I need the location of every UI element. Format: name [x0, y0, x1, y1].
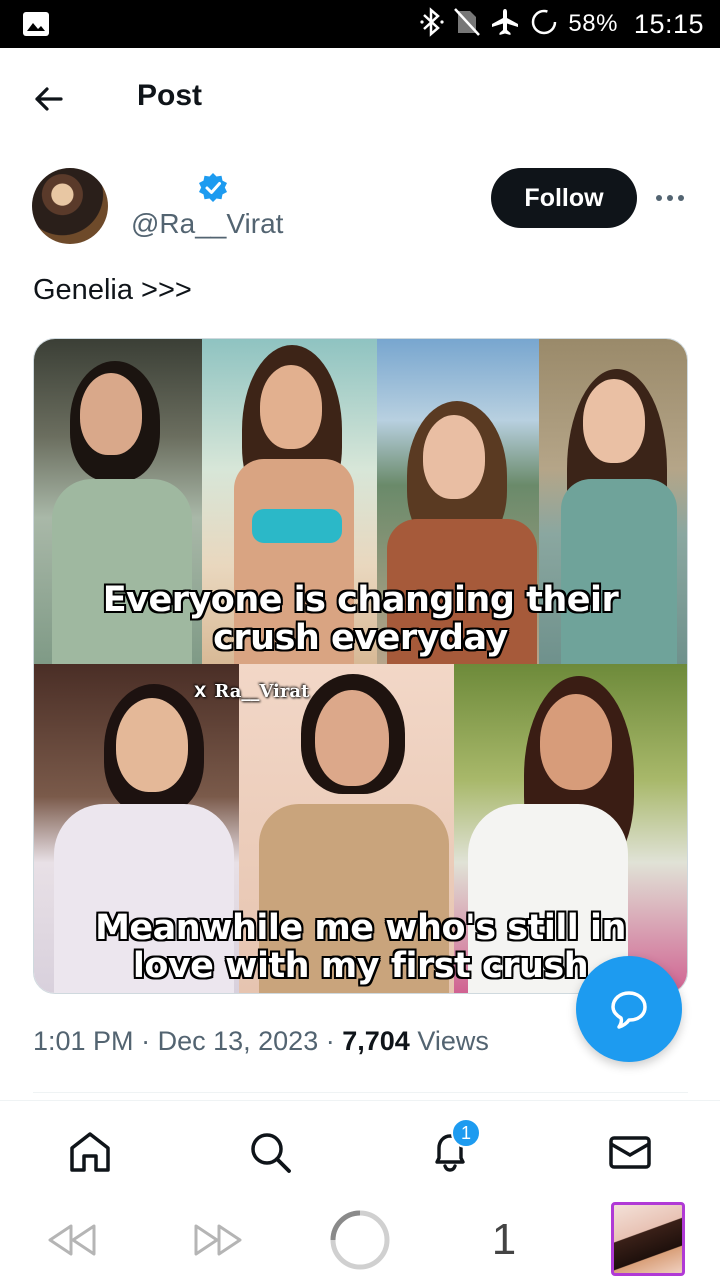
- back-button[interactable]: [28, 78, 70, 120]
- tab-count[interactable]: 1: [486, 1208, 522, 1272]
- meme-caption-top-line2: crush everyday: [213, 618, 508, 658]
- views-label: Views: [417, 1026, 489, 1056]
- bottom-nav: [0, 1102, 720, 1200]
- tweet-date: Dec 13, 2023: [157, 1026, 319, 1056]
- watermark-text: Ra__Virat: [214, 681, 310, 702]
- arrow-left-icon: [35, 87, 63, 111]
- avatar[interactable]: [32, 168, 108, 244]
- fast-forward-icon[interactable]: [190, 1208, 246, 1272]
- divider: [33, 1092, 688, 1093]
- bluetooth-icon: [420, 6, 444, 42]
- mail-icon: [609, 1136, 651, 1169]
- status-bar: 58% 15:15: [0, 0, 720, 48]
- reply-fab-button[interactable]: [576, 956, 682, 1062]
- meme-caption-bottom-line1: Meanwhile me who's still in: [95, 908, 626, 948]
- clock: 15:15: [633, 8, 704, 39]
- divider: [0, 1100, 720, 1101]
- meme-caption-top-line1: Everyone is changing their: [102, 580, 619, 620]
- tweet-meta: 1:01 PM · Dec 13, 2023 · 7,704 Views: [33, 1026, 489, 1057]
- reload-spinner-icon[interactable]: [328, 1208, 392, 1272]
- home-icon: [70, 1132, 110, 1172]
- nav-home[interactable]: [65, 1127, 115, 1177]
- meta-separator: ·: [325, 1026, 335, 1056]
- loading-icon: [530, 8, 558, 41]
- reply-bubble-icon: [611, 991, 647, 1029]
- no-sim-icon: [454, 7, 481, 42]
- tweet-text: Genelia >>>: [33, 274, 192, 306]
- watermark: X Ra__Virat: [194, 681, 309, 702]
- search-icon: [251, 1133, 291, 1173]
- nav-search[interactable]: [245, 1127, 295, 1177]
- notification-badge: 1: [451, 1118, 481, 1148]
- watermark-x-logo: X: [194, 682, 207, 701]
- airplane-icon: [490, 7, 520, 42]
- header: Post: [0, 48, 720, 146]
- recent-app-thumbnail[interactable]: [611, 1202, 685, 1276]
- views-count: 7,704: [342, 1026, 410, 1056]
- rewind-icon[interactable]: [44, 1208, 100, 1272]
- tweet-media-image[interactable]: Everyone is changing their crush everyda…: [33, 338, 688, 994]
- battery-percent: 58%: [568, 10, 618, 37]
- more-horizontal-icon[interactable]: [652, 182, 688, 214]
- page-title: Post: [137, 79, 203, 112]
- verified-badge-icon: [197, 172, 229, 204]
- author-handle[interactable]: @Ra__Virat: [131, 208, 283, 240]
- meta-separator: ·: [141, 1026, 151, 1056]
- tweet-time: 1:01 PM: [33, 1026, 134, 1056]
- nav-messages[interactable]: [605, 1127, 655, 1177]
- follow-button[interactable]: Follow: [491, 168, 637, 228]
- system-nav: 1: [0, 1200, 720, 1280]
- gallery-icon: [22, 10, 50, 43]
- meme-caption-top: Everyone is changing their crush everyda…: [34, 581, 687, 657]
